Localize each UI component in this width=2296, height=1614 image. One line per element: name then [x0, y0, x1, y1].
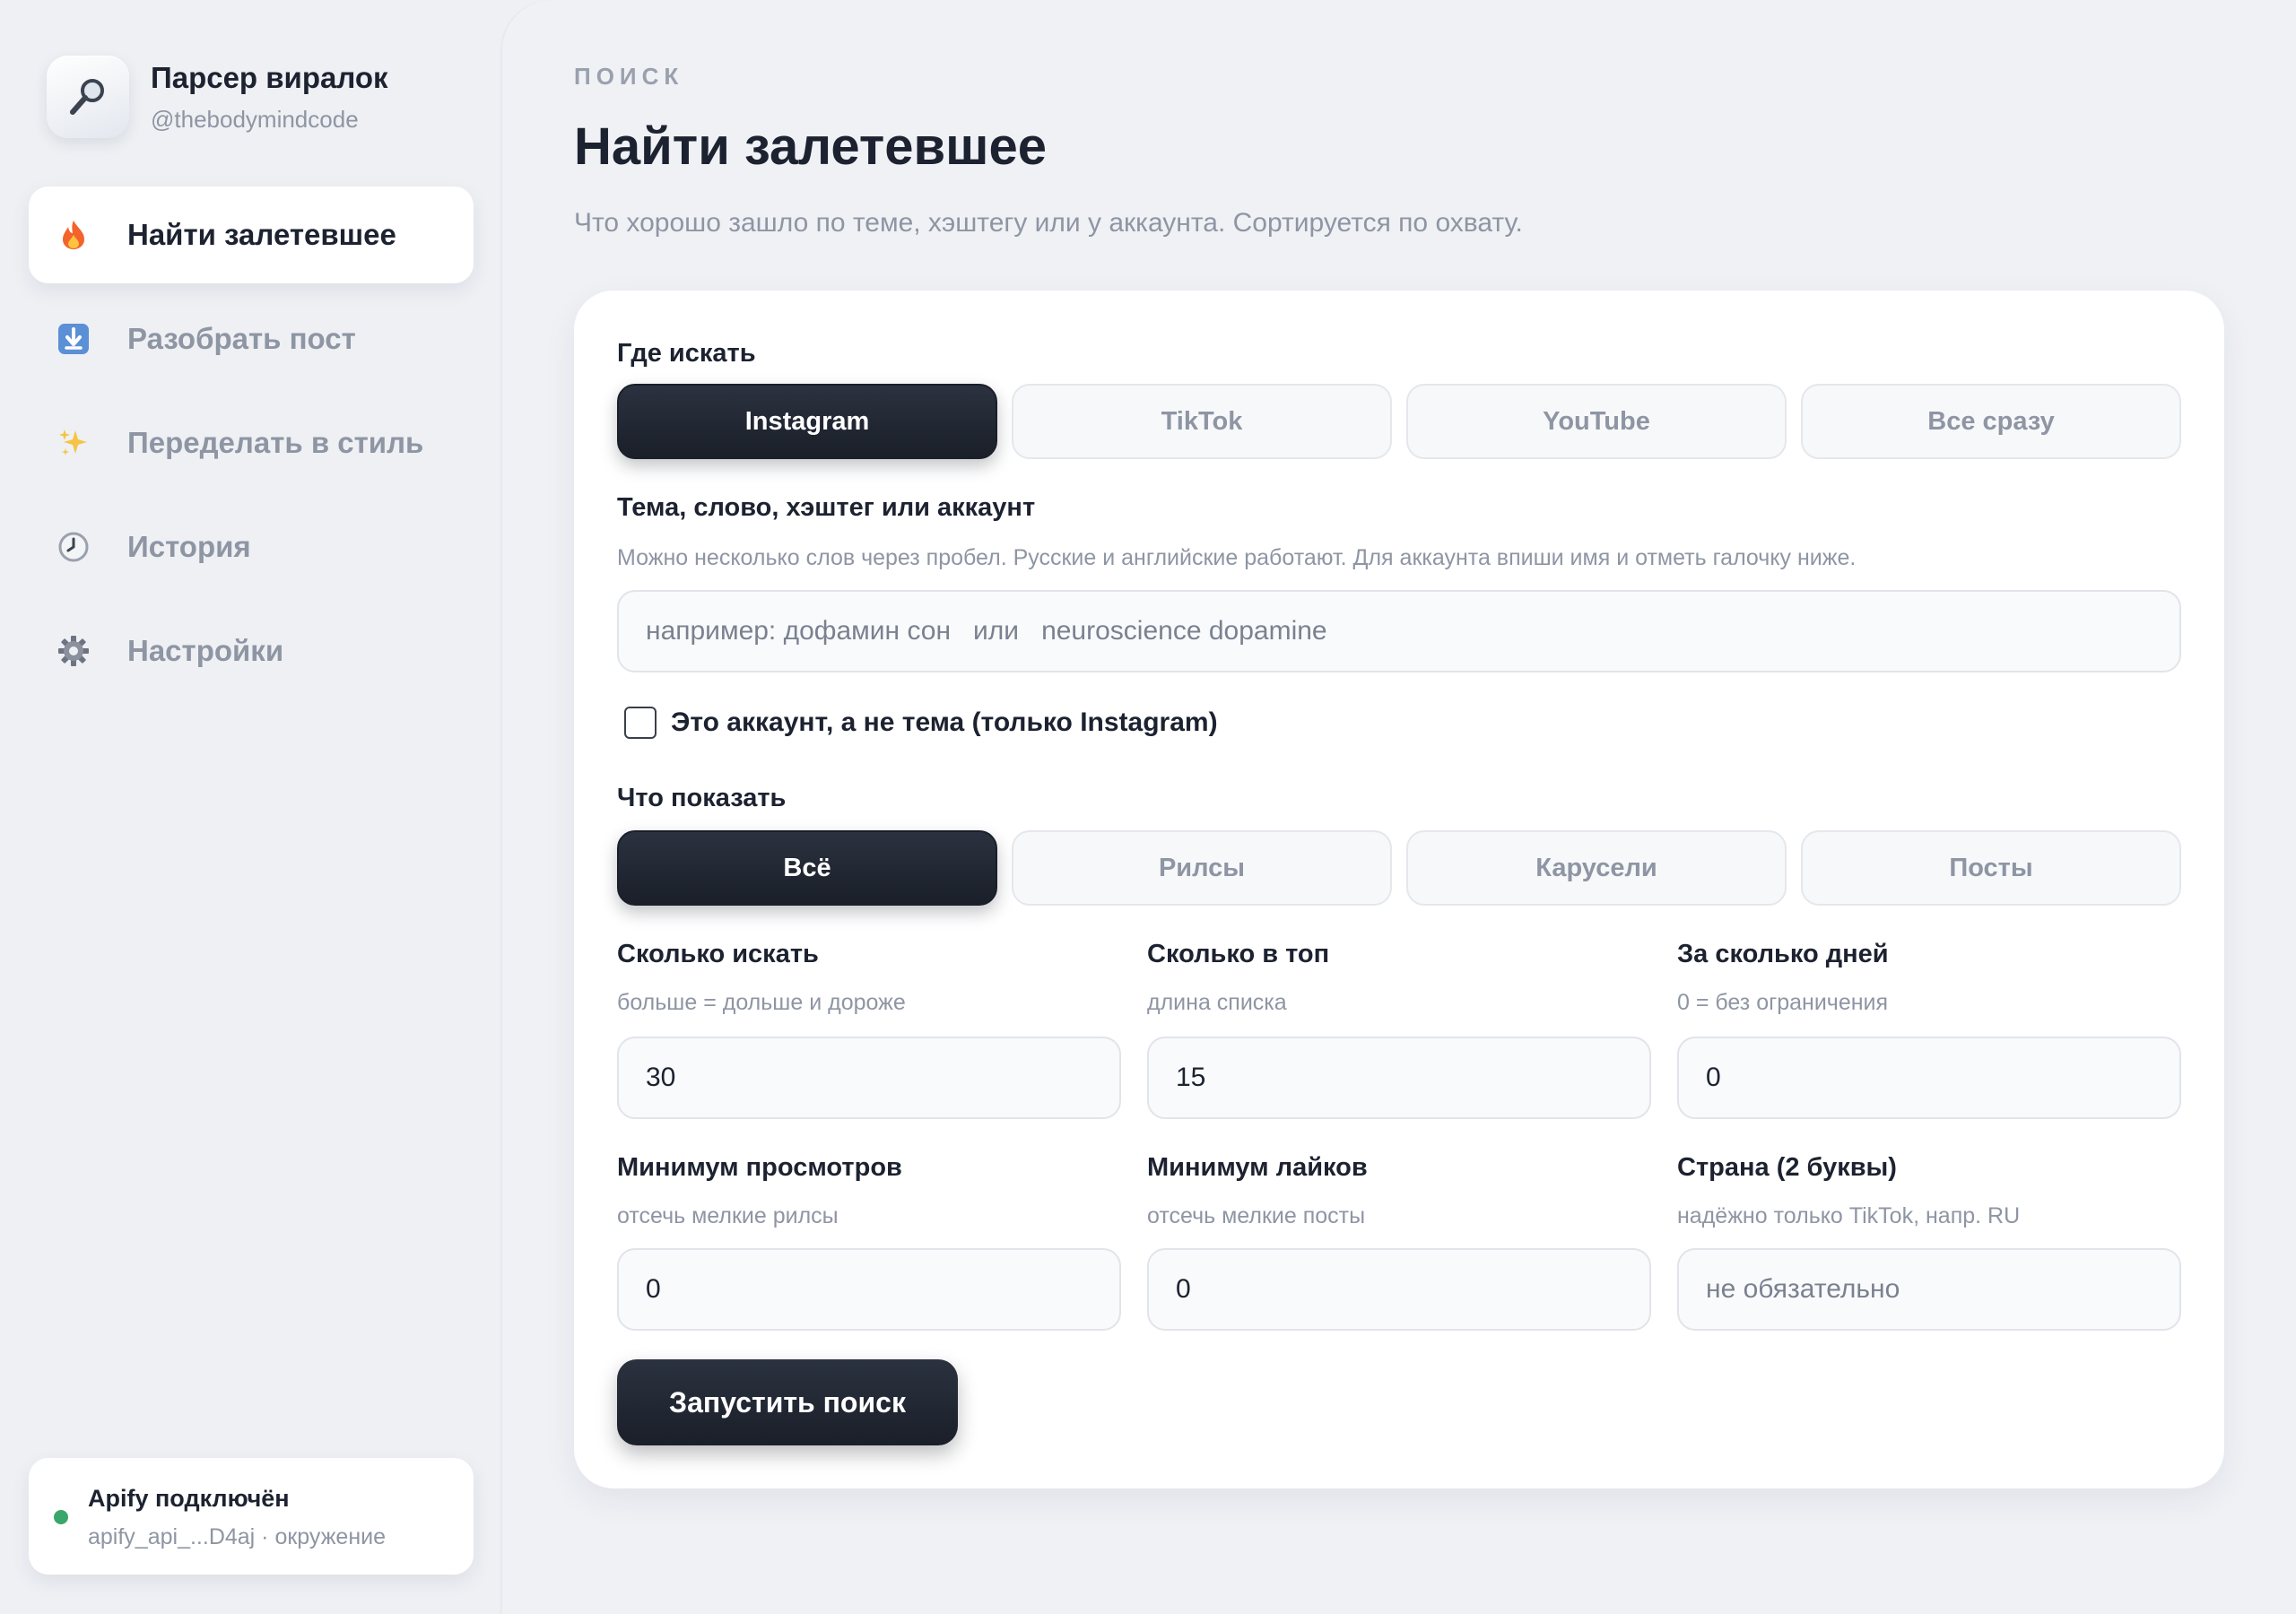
platform-option-instagram[interactable]: Instagram — [617, 384, 997, 459]
country-input[interactable] — [1677, 1248, 2181, 1331]
page-title: Найти залетевшее — [574, 117, 1048, 176]
content-option-reels[interactable]: Рилсы — [1012, 830, 1392, 906]
platform-option-tiktok[interactable]: TikTok — [1012, 384, 1392, 459]
fire-icon — [56, 217, 91, 253]
query-input[interactable] — [617, 590, 2181, 672]
query-label: Тема, слово, хэштег или аккаунт — [617, 493, 1036, 522]
section-eyebrow: ПОИСК — [574, 63, 684, 90]
sidebar: Парсер виралок @thebodymindcode Найти за… — [0, 0, 502, 1614]
app-window: Парсер виралок @thebodymindcode Найти за… — [0, 0, 2296, 1614]
platform-option-youtube[interactable]: YouTube — [1406, 384, 1787, 459]
count-input[interactable] — [617, 1037, 1121, 1119]
brand: Парсер виралок @thebodymindcode — [47, 56, 388, 138]
content-option-carousels[interactable]: Карусели — [1406, 830, 1787, 906]
min-views-label: Минимум просмотров — [617, 1153, 902, 1182]
sidebar-item-label: Найти залетевшее — [127, 218, 396, 251]
sidebar-item-label: Разобрать пост — [127, 322, 356, 355]
brand-title: Парсер виралок — [151, 61, 388, 94]
sidebar-item-history[interactable]: История — [29, 499, 474, 595]
where-label: Где искать — [617, 339, 756, 368]
min-views-input[interactable] — [617, 1248, 1121, 1331]
days-label: За сколько дней — [1677, 940, 1889, 968]
page-subtitle: Что хорошо зашло по теме, хэштегу или у … — [574, 208, 1523, 238]
sidebar-item-find-viral[interactable]: Найти залетевшее — [29, 187, 474, 283]
query-help: Можно несколько слов через пробел. Русск… — [617, 545, 1857, 570]
account-checkbox-row[interactable]: Это аккаунт, а не тема (только Instagram… — [624, 707, 1218, 739]
platform-selector: Instagram TikTok YouTube Все сразу — [617, 384, 2181, 459]
top-label: Сколько в топ — [1147, 940, 1330, 968]
sidebar-item-settings[interactable]: Настройки — [29, 603, 474, 699]
count-help: больше = дольше и дороже — [617, 990, 906, 1015]
country-help: надёжно только TikTok, напр. RU — [1677, 1203, 2021, 1228]
sidebar-item-analyze-post[interactable]: Разобрать пост — [29, 291, 474, 387]
sidebar-item-label: Переделать в стиль — [127, 426, 424, 459]
sidebar-nav: Найти залетевшее Разобрать пост Передела… — [29, 187, 474, 707]
top-input[interactable] — [1147, 1037, 1651, 1119]
min-likes-label: Минимум лайков — [1147, 1153, 1368, 1182]
sidebar-item-restyle[interactable]: Переделать в стиль — [29, 395, 474, 491]
main-content: ПОИСК Найти залетевшее Что хорошо зашло … — [502, 0, 2296, 1614]
run-search-button[interactable]: Запустить поиск — [617, 1359, 958, 1445]
min-views-help: отсечь мелкие рилсы — [617, 1203, 839, 1228]
status-title: Apify подключён — [88, 1485, 290, 1512]
search-form-card: Где искать Instagram TikTok YouTube Все … — [574, 291, 2224, 1488]
account-checkbox-label: Это аккаунт, а не тема (только Instagram… — [671, 707, 1218, 737]
sparkles-icon — [56, 425, 91, 461]
status-dot — [54, 1510, 68, 1524]
show-label: Что показать — [617, 784, 787, 812]
clock-icon — [56, 529, 91, 565]
magnifier-icon — [47, 56, 129, 138]
content-option-all[interactable]: Всё — [617, 830, 997, 906]
min-likes-input[interactable] — [1147, 1248, 1651, 1331]
top-help: длина списка — [1147, 990, 1287, 1015]
min-likes-help: отсечь мелкие посты — [1147, 1203, 1366, 1228]
platform-option-all[interactable]: Все сразу — [1801, 384, 2181, 459]
content-option-posts[interactable]: Посты — [1801, 830, 2181, 906]
content-type-selector: Всё Рилсы Карусели Посты — [617, 830, 2181, 906]
status-detail: apify_api_...D4aj · окружение — [88, 1524, 386, 1549]
sidebar-item-label: Настройки — [127, 634, 284, 667]
connection-status-card: Apify подключён apify_api_...D4aj · окру… — [29, 1458, 474, 1575]
days-input[interactable] — [1677, 1037, 2181, 1119]
days-help: 0 = без ограничения — [1677, 990, 1889, 1015]
count-label: Сколько искать — [617, 940, 819, 968]
account-checkbox[interactable] — [624, 707, 657, 739]
download-icon — [56, 321, 91, 357]
brand-handle: @thebodymindcode — [151, 106, 359, 133]
country-label: Страна (2 буквы) — [1677, 1153, 1897, 1182]
gear-icon — [56, 633, 91, 669]
sidebar-item-label: История — [127, 530, 251, 563]
